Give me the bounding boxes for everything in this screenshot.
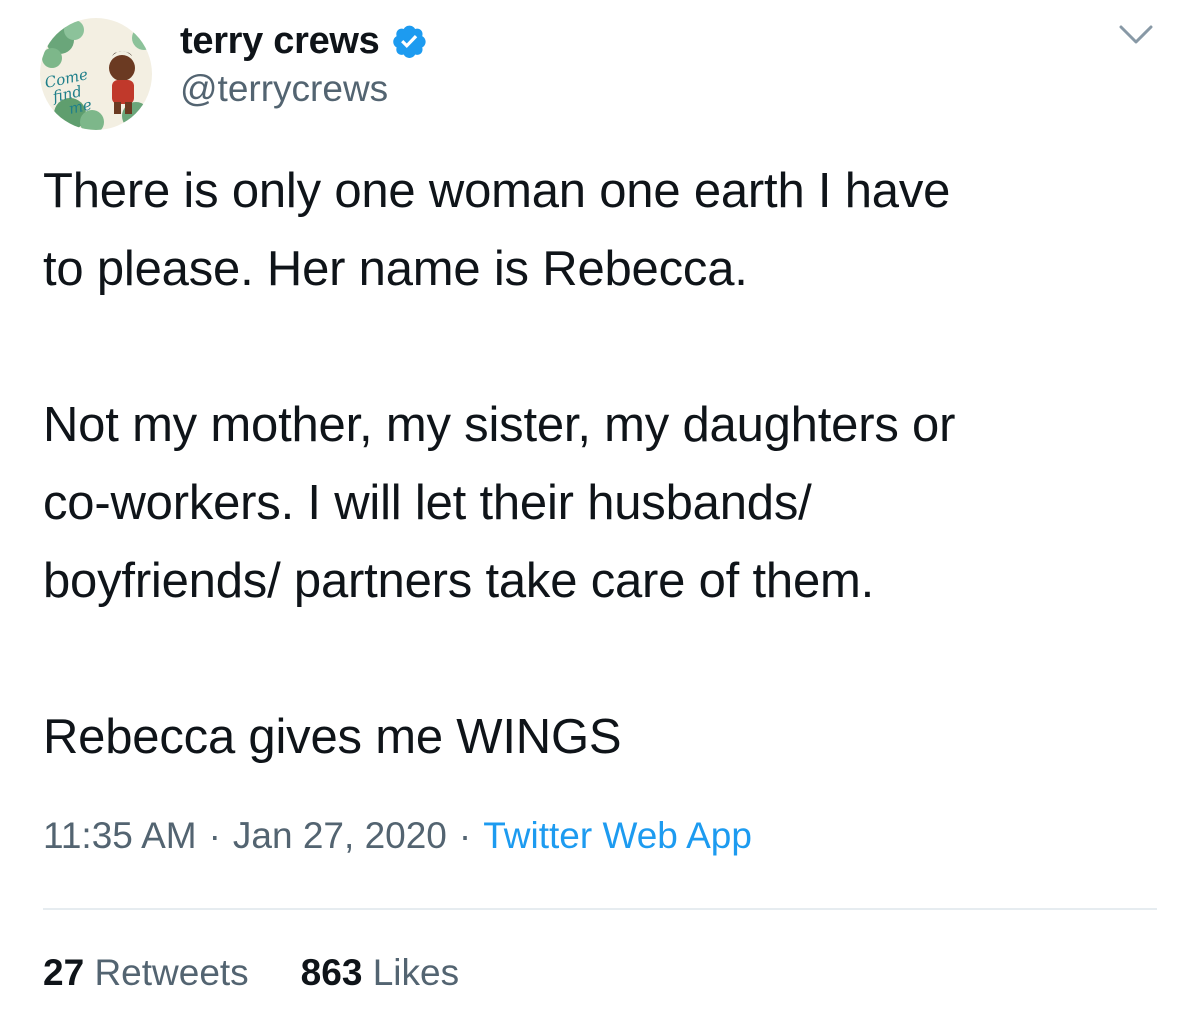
likes-label: Likes	[372, 952, 460, 993]
author-handle[interactable]: @terrycrews	[180, 68, 388, 110]
tweet-time[interactable]: 11:35 AM	[43, 815, 197, 856]
tweet-text: There is only one woman one earth I have…	[43, 152, 1173, 776]
likes-count: 863	[300, 952, 363, 993]
tweet-source-link[interactable]: Twitter Web App	[483, 815, 752, 856]
chevron-down-icon[interactable]	[1118, 22, 1154, 48]
avatar[interactable]: Come find me	[40, 18, 152, 130]
book-cover-avatar-icon: Come find me	[40, 18, 152, 130]
verified-badge-icon	[392, 25, 426, 58]
tweet-paragraph: There is only one woman one earth I have…	[43, 164, 951, 296]
tweet-meta: 11:35 AM · Jan 27, 2020 · Twitter Web App	[43, 815, 752, 857]
tweet-paragraph: Rebecca gives me WINGS	[43, 710, 622, 764]
divider	[43, 908, 1157, 910]
retweets-stat[interactable]: 27 Retweets	[43, 952, 249, 994]
likes-stat[interactable]: 863 Likes	[301, 952, 459, 994]
author-display-name[interactable]: terry crews	[180, 20, 380, 63]
meta-separator: ·	[208, 815, 221, 856]
retweets-label: Retweets	[94, 952, 249, 993]
tweet-date[interactable]: Jan 27, 2020	[233, 815, 447, 856]
tweet-paragraph: Not my mother, my sister, my daughters o…	[43, 398, 956, 608]
meta-separator: ·	[458, 815, 472, 856]
tweet-card: Come find me terry crews @terrycrews The…	[0, 0, 1200, 1031]
retweets-count: 27	[43, 952, 85, 993]
author-name-row[interactable]: terry crews	[180, 18, 428, 64]
tweet-stats: 27 Retweets 863 Likes	[43, 952, 459, 994]
